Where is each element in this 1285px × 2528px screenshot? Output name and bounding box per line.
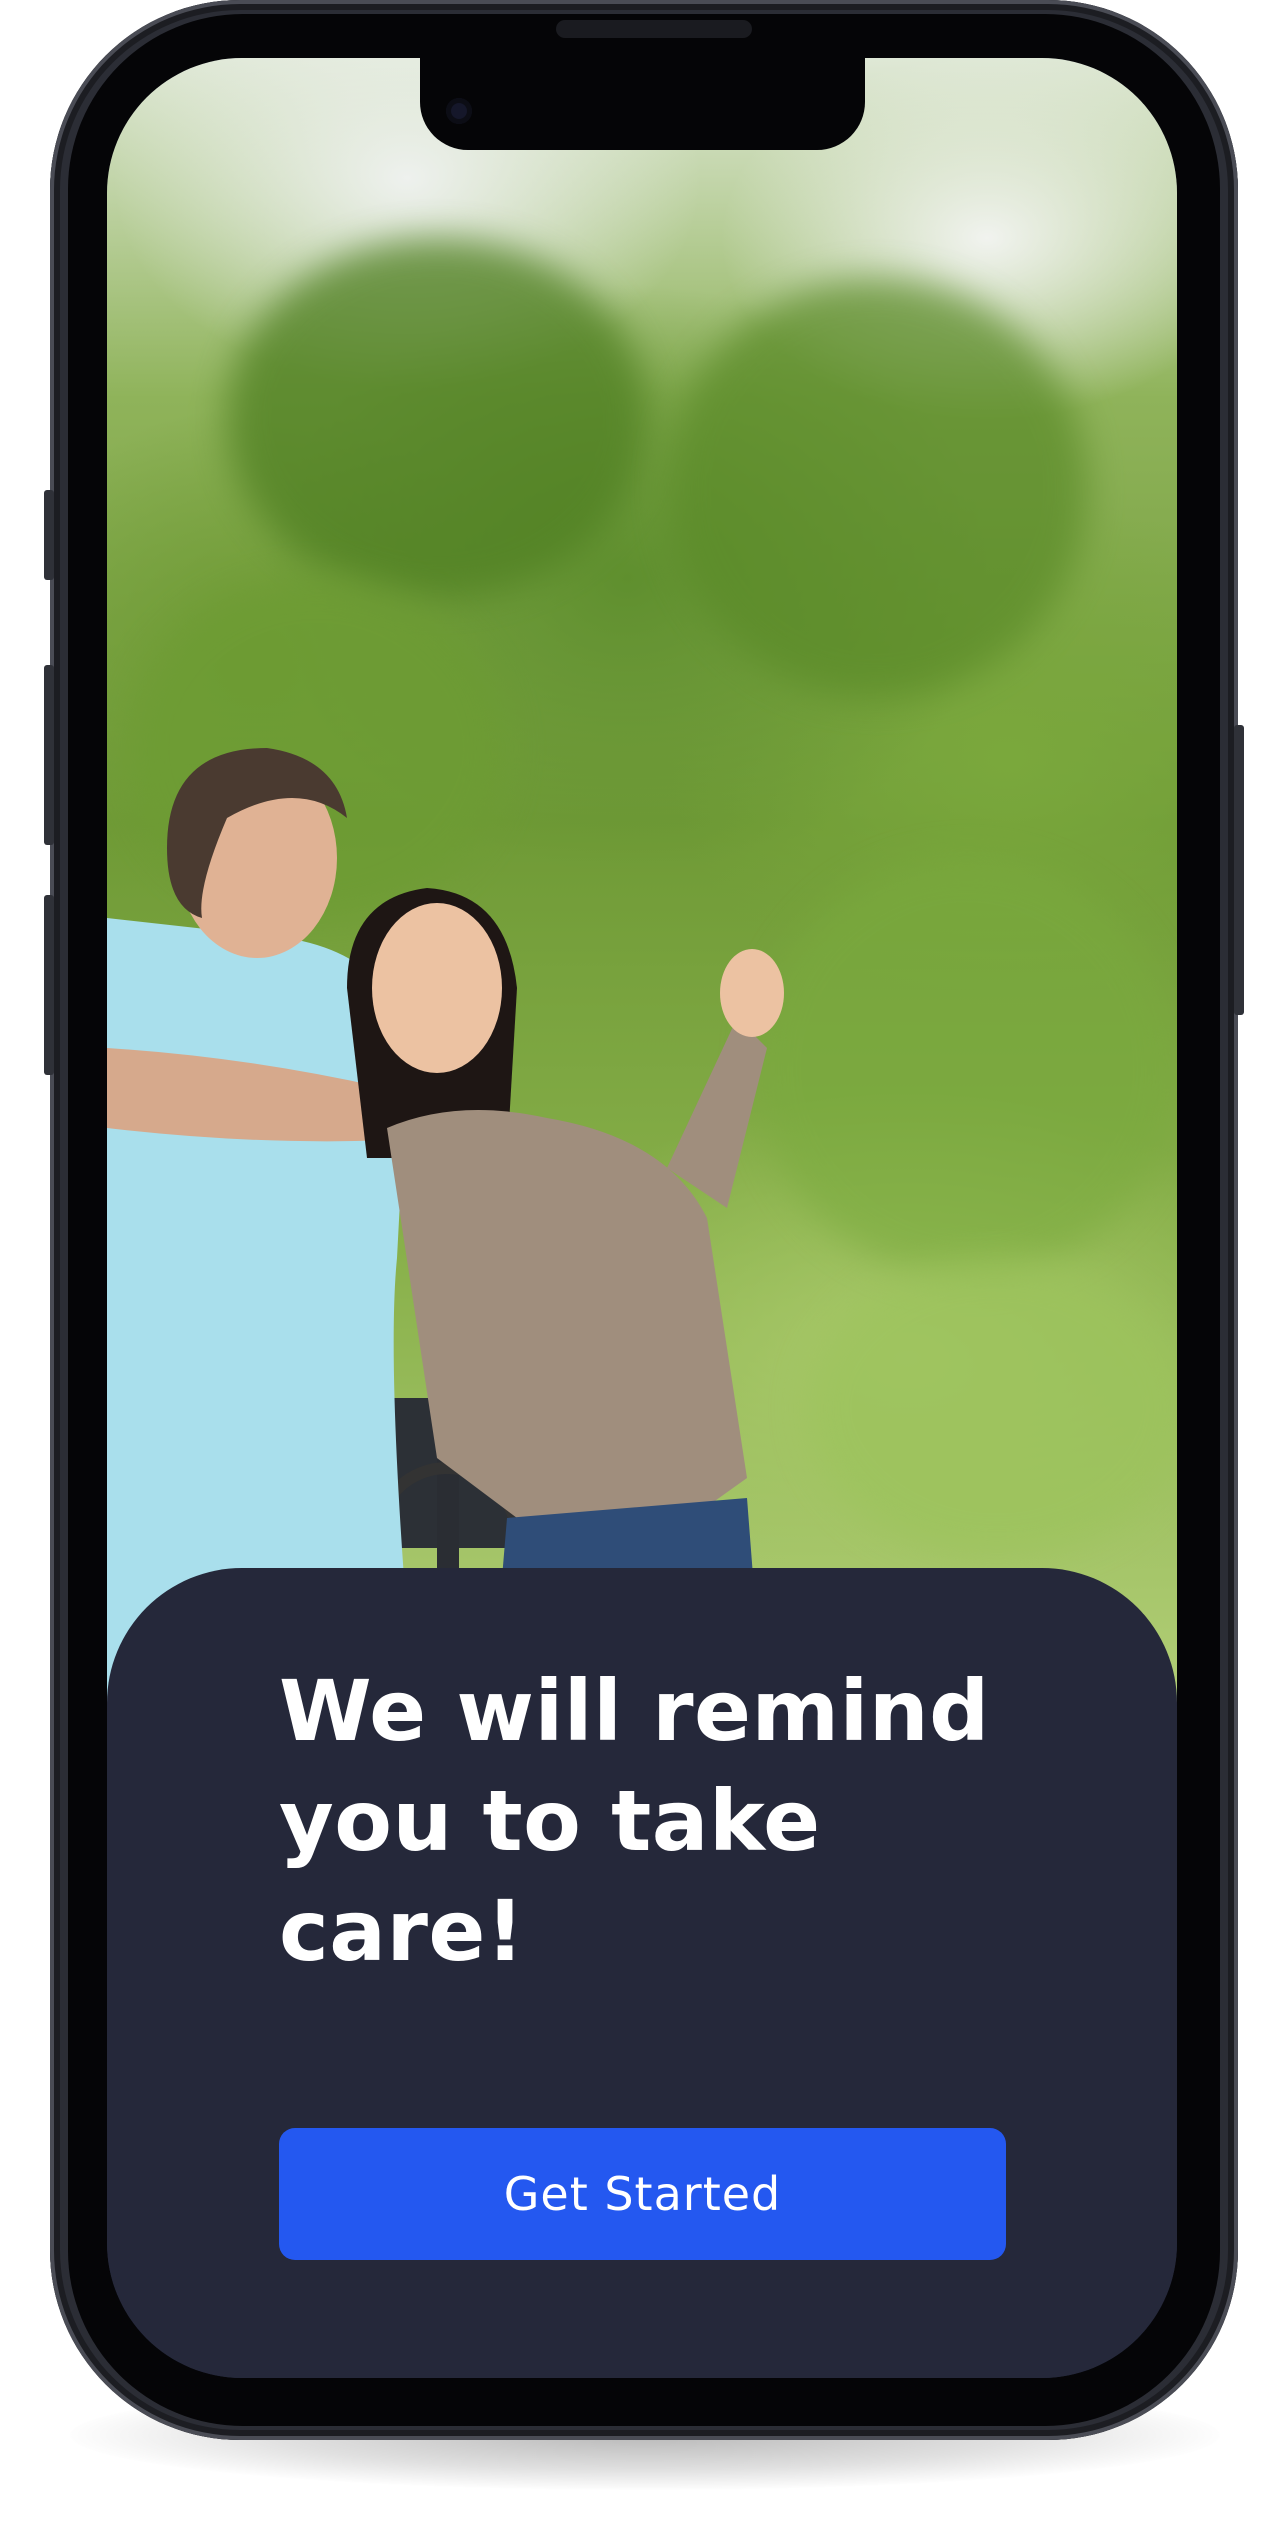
volume-down-button	[44, 895, 54, 1075]
hero-photo	[107, 58, 1177, 1758]
people-illustration	[107, 748, 784, 1758]
phone-notch	[420, 58, 865, 150]
power-button	[1234, 725, 1244, 1015]
earpiece-speaker	[556, 20, 752, 38]
front-camera-icon	[446, 98, 472, 124]
onboarding-card: We will remind you to take care! Get Sta…	[107, 1568, 1177, 2378]
volume-up-button	[44, 665, 54, 845]
caregiver-hand	[720, 949, 784, 1037]
caregiver-face	[372, 903, 502, 1073]
app-screen: We will remind you to take care! Get Sta…	[107, 58, 1177, 2378]
caregiver-raised-arm	[667, 1018, 767, 1208]
get-started-button[interactable]: Get Started	[279, 2128, 1006, 2260]
onboarding-headline: We will remind you to take care!	[279, 1662, 990, 1980]
silent-switch	[44, 490, 54, 580]
